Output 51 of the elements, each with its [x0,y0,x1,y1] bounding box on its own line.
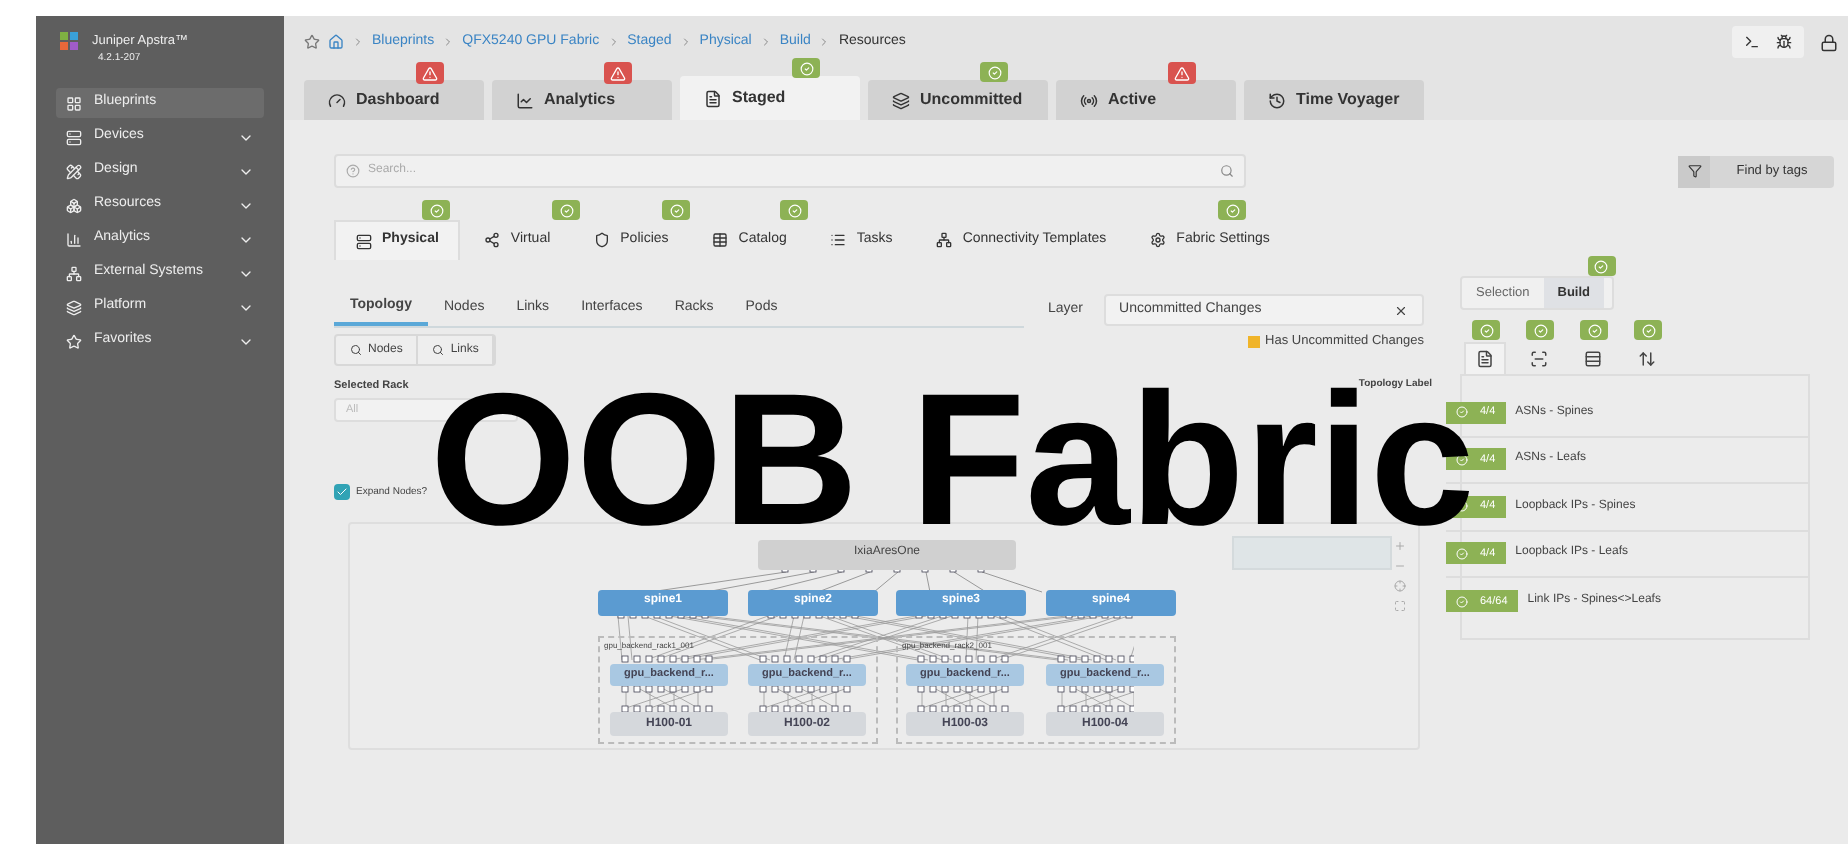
shield-icon [594,232,611,248]
star-icon[interactable] [304,34,320,50]
network-icon [66,265,82,281]
star-icon [66,333,82,349]
bar-chart-icon [66,231,82,247]
chevron-icon [818,36,831,48]
grid-icon [66,95,82,111]
chevron-icon [352,36,364,48]
table-icon [712,232,729,248]
sort-icon [1638,349,1656,367]
chevron-icon [759,36,772,48]
tab[interactable]: Active [1056,80,1236,120]
tab[interactable]: Uncommitted [868,80,1048,120]
chevron-icon [607,36,620,48]
lock-icon[interactable] [1820,33,1838,51]
build-tool-tab[interactable] [1464,342,1506,374]
clear-icon[interactable] [1394,303,1408,317]
gauge-icon [328,91,346,109]
server-icon [66,129,82,145]
server-icon [356,233,372,249]
boxes-icon [66,197,82,213]
list-icon [830,232,847,248]
help-icon [346,164,360,178]
tab[interactable]: Analytics [492,80,672,120]
chevron-icon [442,36,455,48]
settings-icon [1150,232,1167,248]
search-icon [350,344,362,356]
document-icon [704,89,722,107]
search-icon [1220,164,1234,178]
filter-icon [1687,164,1701,178]
network-icon [936,232,953,248]
home-icon[interactable] [328,34,344,50]
layers-icon [66,299,82,315]
checkbox[interactable] [334,484,350,501]
document-icon [1476,350,1494,368]
scan-icon [1530,349,1548,367]
search-icon [432,344,445,356]
line-chart-icon [516,91,534,109]
tab[interactable]: Time Voyager [1244,80,1424,120]
bug-icon[interactable] [1776,34,1792,50]
logo-icon [60,32,80,52]
tab[interactable]: Staged [680,76,860,120]
ruler-pencil-icon [66,163,82,179]
layers-icon [892,91,910,109]
history-icon [1268,91,1286,109]
tab[interactable]: Dashboard [304,80,484,120]
share-icon [484,232,501,248]
chevron-icon [679,36,692,48]
rows-icon [1584,349,1602,367]
terminal-icon[interactable] [1744,34,1760,50]
broadcast-icon [1080,91,1098,109]
